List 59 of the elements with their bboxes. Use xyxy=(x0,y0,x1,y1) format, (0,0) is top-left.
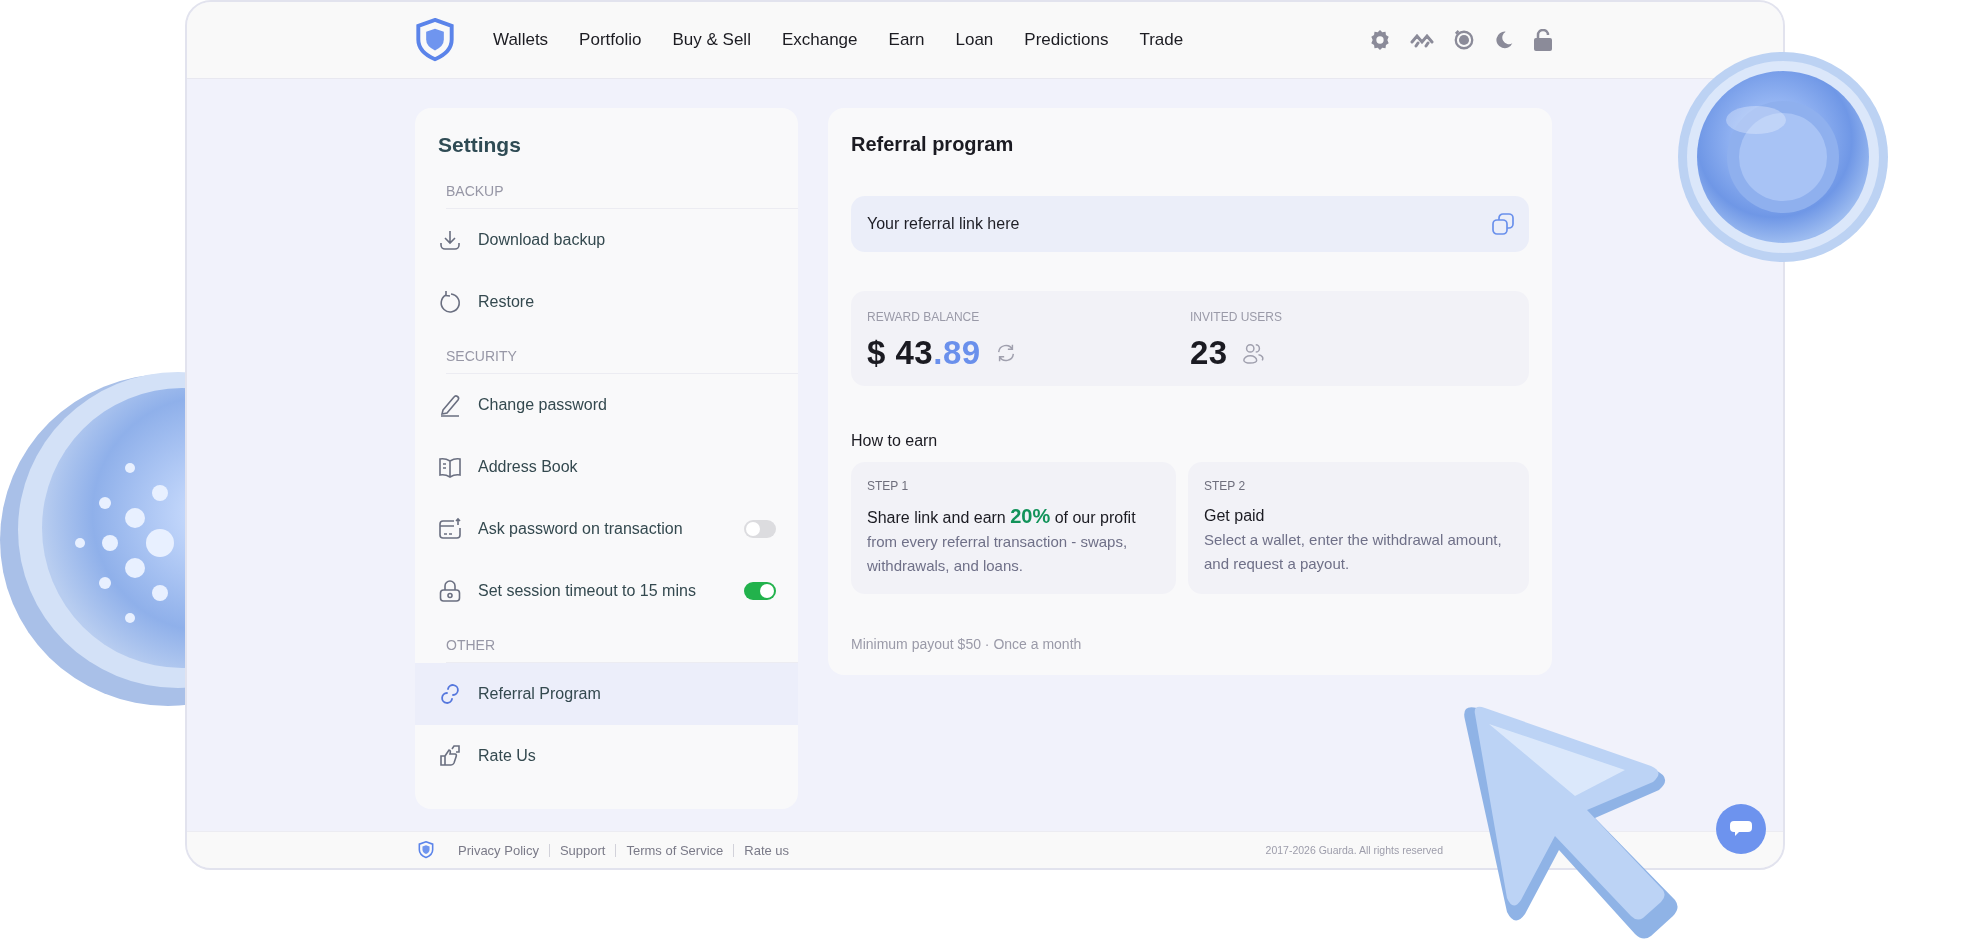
users-icon xyxy=(1241,342,1264,364)
nav-link[interactable]: Trade xyxy=(1139,30,1184,50)
section-heading: SECURITY xyxy=(446,347,517,365)
pencil-icon xyxy=(438,393,462,417)
footer-link[interactable]: Rate us xyxy=(733,843,800,857)
payout-note: Minimum payout $50 · Once a month xyxy=(851,636,1082,652)
stat-value: 23 xyxy=(1190,333,1228,373)
settings-title: Settings xyxy=(437,132,522,158)
copy-icon[interactable] xyxy=(1491,212,1515,236)
footer-link[interactable]: Terms of Service xyxy=(615,843,734,857)
step-description: from every referral transaction - swaps, withdrawals, and loans. xyxy=(867,532,1129,576)
card-icon xyxy=(438,517,462,541)
download-icon xyxy=(438,228,462,252)
toggle-switch[interactable] xyxy=(744,582,776,600)
referral-link-field[interactable]: Your referral link here xyxy=(851,196,1529,252)
link-icon xyxy=(438,682,462,706)
nav-link[interactable]: Wallets xyxy=(493,30,549,50)
nav-link[interactable]: Buy & Sell xyxy=(672,30,751,50)
settings-icon[interactable] xyxy=(1369,29,1391,51)
settings-item[interactable]: Restore xyxy=(415,271,798,333)
section-title: How to earn xyxy=(851,431,939,451)
step-title: Get paid xyxy=(1204,506,1266,526)
shield-logo-icon xyxy=(418,841,434,859)
chat-bubble-icon xyxy=(1729,819,1753,839)
stat-label: INVITED USERS xyxy=(1190,309,1282,325)
shield-logo-icon xyxy=(415,18,455,62)
section-heading: BACKUP xyxy=(446,182,504,200)
thumbs-up-icon xyxy=(438,744,462,768)
stat-label: REWARD BALANCE xyxy=(867,309,980,325)
timer-icon[interactable] xyxy=(1453,29,1475,51)
settings-item[interactable]: Change password xyxy=(415,374,798,436)
section-heading: OTHER xyxy=(446,636,495,654)
step-label: STEP 2 xyxy=(1204,478,1246,494)
settings-item[interactable]: Set session timeout to 15 mins xyxy=(415,560,798,622)
step-description: Select a wallet, enter the withdrawal amount, and request a payout. xyxy=(1204,530,1503,574)
toggle-switch[interactable] xyxy=(744,520,776,538)
footer-link[interactable]: Support xyxy=(548,843,616,857)
circular-arrow-icon xyxy=(438,290,462,314)
settings-item[interactable]: Address Book xyxy=(415,436,798,498)
step-label: STEP 1 xyxy=(867,478,909,494)
copyright-text: 2017-2026 Guarda. All rights reserved xyxy=(1265,844,1443,856)
nav-link[interactable]: Exchange xyxy=(781,30,858,50)
nav-link[interactable]: Loan xyxy=(955,30,994,50)
wave-icon[interactable] xyxy=(1410,32,1434,48)
settings-item[interactable]: Ask password on transaction xyxy=(415,498,798,560)
lock-icon[interactable] xyxy=(1533,29,1553,51)
settings-item[interactable]: Rate Us xyxy=(415,725,798,787)
settings-item[interactable]: Download backup xyxy=(415,209,798,271)
book-icon xyxy=(438,455,462,479)
step-title: Share link and earn 20% of our profit xyxy=(867,504,1137,529)
stat-value: $ 43.89 xyxy=(867,333,981,373)
nav-link[interactable]: Predictions xyxy=(1024,30,1109,50)
footer-link[interactable]: Privacy Policy xyxy=(448,843,549,857)
lock-icon xyxy=(438,579,462,603)
settings-item[interactable]: Referral Program xyxy=(415,663,798,725)
moon-icon[interactable] xyxy=(1494,30,1514,50)
nav-link[interactable]: Portfolio xyxy=(579,30,642,50)
page-title: Referral program xyxy=(851,132,1015,157)
nav-link[interactable]: Earn xyxy=(888,30,925,50)
